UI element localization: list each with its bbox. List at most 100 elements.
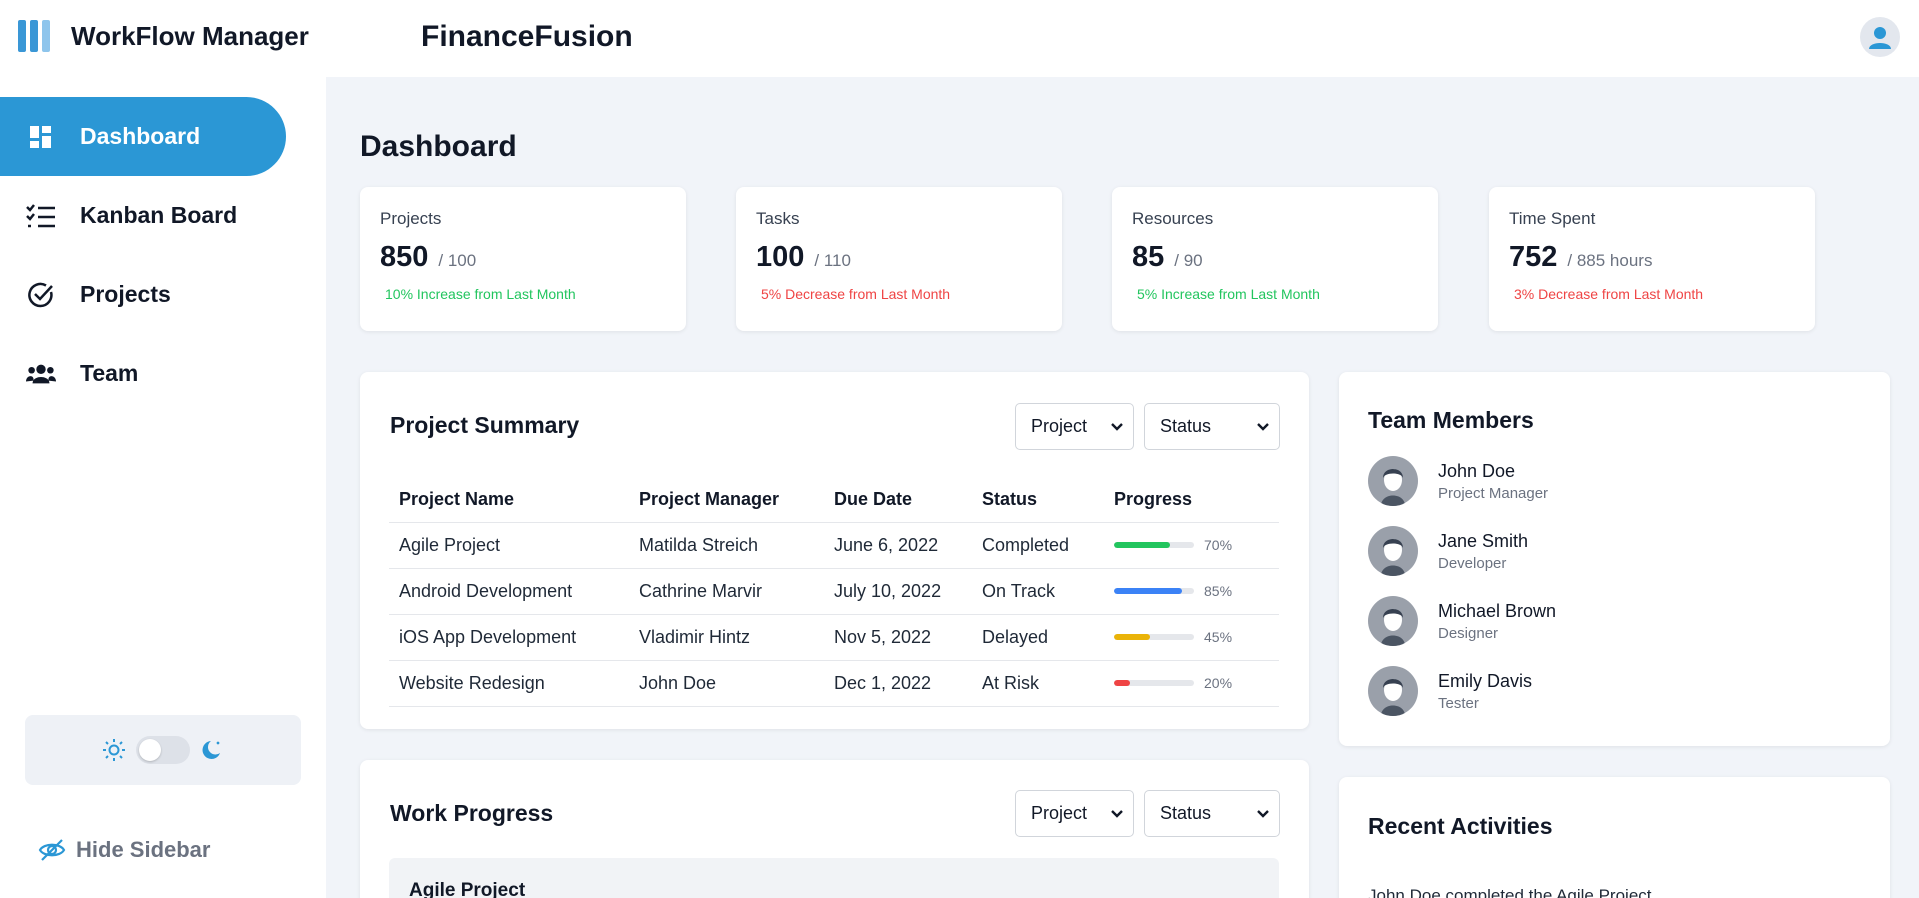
member-role: Designer	[1438, 624, 1499, 642]
stat-value: 850	[380, 241, 429, 273]
user-avatar-button[interactable]	[1860, 17, 1900, 57]
stat-label: Tasks	[756, 209, 800, 228]
sidebar-item-label: Team	[80, 360, 139, 386]
progress-bar	[1114, 588, 1194, 594]
avatar	[1368, 666, 1418, 716]
team-members-panel: Team Members John Doe Project Manager Ja…	[1339, 372, 1890, 746]
member-name: Emily Davis	[1438, 670, 1533, 691]
stat-total: / 885 hours	[1567, 251, 1653, 270]
work-progress-title: Work Progress	[390, 800, 554, 826]
project-summary-title: Project Summary	[390, 412, 580, 438]
member-role: Project Manager	[1438, 484, 1549, 502]
team-member[interactable]: Michael Brown Designer	[1368, 596, 1556, 646]
stat-card-projects: Projects 850 / 100 10% Increase from Las…	[360, 187, 686, 331]
hide-sidebar-button[interactable]: Hide Sidebar	[38, 837, 210, 863]
sidebar: Dashboard Kanban Board Projects Team Hid…	[0, 77, 326, 898]
brand[interactable]: WorkFlow Manager	[18, 20, 309, 52]
check-circle-icon	[26, 280, 56, 310]
status-text: Delayed	[972, 614, 1104, 661]
status-filter-select[interactable]: Status	[1144, 403, 1280, 450]
stat-label: Time Spent	[1509, 209, 1596, 228]
project-manager: John Doe	[629, 660, 824, 707]
sidebar-item-projects[interactable]: Projects	[0, 255, 286, 334]
member-name: Jane Smith	[1438, 530, 1529, 551]
users-icon	[26, 359, 56, 389]
select-value: Status	[1160, 416, 1212, 436]
table-row[interactable]: iOS App Development Vladimir Hintz Nov 5…	[389, 614, 1279, 661]
sidebar-item-kanban-board[interactable]: Kanban Board	[0, 176, 286, 255]
project-manager: Vladimir Hintz	[629, 614, 824, 661]
sidebar-item-dashboard[interactable]: Dashboard	[0, 97, 286, 176]
team-members-title: Team Members	[1368, 407, 1534, 433]
status-text: Completed	[972, 522, 1104, 569]
toggle-knob	[139, 739, 161, 761]
select-value: Status	[1160, 803, 1212, 823]
theme-toggle[interactable]	[136, 736, 190, 764]
progress-bar	[1114, 634, 1194, 640]
column-header: Progress	[1104, 477, 1279, 523]
select-value: Project	[1031, 416, 1088, 436]
progress-percent: 70%	[1204, 537, 1233, 553]
stat-change: 5% Increase from Last Month	[1137, 286, 1320, 302]
sidebar-item-label: Dashboard	[80, 123, 201, 149]
member-role: Tester	[1438, 694, 1479, 712]
stat-change: 5% Decrease from Last Month	[761, 286, 951, 302]
team-member[interactable]: Emily Davis Tester	[1368, 666, 1532, 716]
activity-item: John Doe completed the Agile Project	[1368, 886, 1652, 898]
avatar	[1368, 456, 1418, 506]
brand-name: WorkFlow Manager	[71, 20, 309, 51]
stat-label: Projects	[380, 209, 442, 228]
recent-activities-title: Recent Activities	[1368, 813, 1553, 839]
sidebar-item-team[interactable]: Team	[0, 334, 286, 413]
sidebar-item-label: Kanban Board	[80, 202, 238, 228]
stat-value: 85	[1132, 241, 1165, 273]
stat-card-time-spent: Time Spent 752 / 885 hours 3% Decrease f…	[1489, 187, 1815, 331]
progress-fill	[1114, 542, 1170, 548]
table-header-row: Project Name Project Manager Due Date St…	[389, 477, 1279, 523]
status-filter-select[interactable]: Status	[1144, 790, 1280, 837]
column-header: Project Manager	[629, 477, 824, 523]
team-member[interactable]: Jane Smith Developer	[1368, 526, 1528, 576]
progress-bar	[1114, 680, 1194, 686]
project-summary-table: Project Name Project Manager Due Date St…	[389, 477, 1279, 707]
team-member[interactable]: John Doe Project Manager	[1368, 456, 1548, 506]
stat-total: / 100	[438, 251, 477, 270]
project-name: iOS App Development	[389, 614, 629, 661]
avatar	[1368, 526, 1418, 576]
stat-value: 752	[1509, 241, 1558, 273]
progress-percent: 20%	[1204, 675, 1233, 691]
table-row[interactable]: Website Redesign John Doe Dec 1, 2022 At…	[389, 660, 1279, 707]
project-name: Android Development	[389, 568, 629, 615]
stat-card-tasks: Tasks 100 / 110 5% Decrease from Last Mo…	[736, 187, 1062, 331]
page-title: Dashboard	[360, 130, 517, 163]
project-filter-select[interactable]: Project	[1015, 403, 1134, 450]
stat-card-resources: Resources 85 / 90 5% Increase from Last …	[1112, 187, 1438, 331]
project-manager: Cathrine Marvir	[629, 568, 824, 615]
progress-percent: 45%	[1204, 629, 1233, 645]
progress-fill	[1114, 680, 1130, 686]
table-row[interactable]: Android Development Cathrine Marvir July…	[389, 568, 1279, 615]
recent-activities-panel: Recent Activities John Doe completed the…	[1339, 777, 1890, 898]
checklist-icon	[26, 201, 56, 231]
chevron-down-icon	[1257, 810, 1269, 818]
column-header: Project Name	[389, 477, 629, 523]
member-name: Michael Brown	[1438, 600, 1557, 621]
column-header: Due Date	[824, 477, 972, 523]
theme-switcher	[25, 715, 301, 785]
column-header: Status	[972, 477, 1104, 523]
progress-percent: 85%	[1204, 583, 1233, 599]
top-header: WorkFlow Manager FinanceFusion	[0, 0, 1919, 77]
project-manager: Matilda Streich	[629, 522, 824, 569]
user-circle-icon	[1869, 27, 1891, 49]
due-date: June 6, 2022	[824, 522, 972, 569]
work-progress-item[interactable]: Agile Project	[389, 858, 1279, 898]
table-row[interactable]: Agile Project Matilda Streich June 6, 20…	[389, 522, 1279, 569]
project-name: Website Redesign	[389, 660, 629, 707]
due-date: Dec 1, 2022	[824, 660, 972, 707]
select-value: Project	[1031, 803, 1088, 823]
status-text: At Risk	[972, 660, 1104, 707]
project-filter-select[interactable]: Project	[1015, 790, 1134, 837]
stat-total: / 110	[814, 251, 851, 270]
project-summary-panel: Project Summary Project Status Project N…	[360, 372, 1309, 729]
member-name: John Doe	[1438, 460, 1516, 481]
